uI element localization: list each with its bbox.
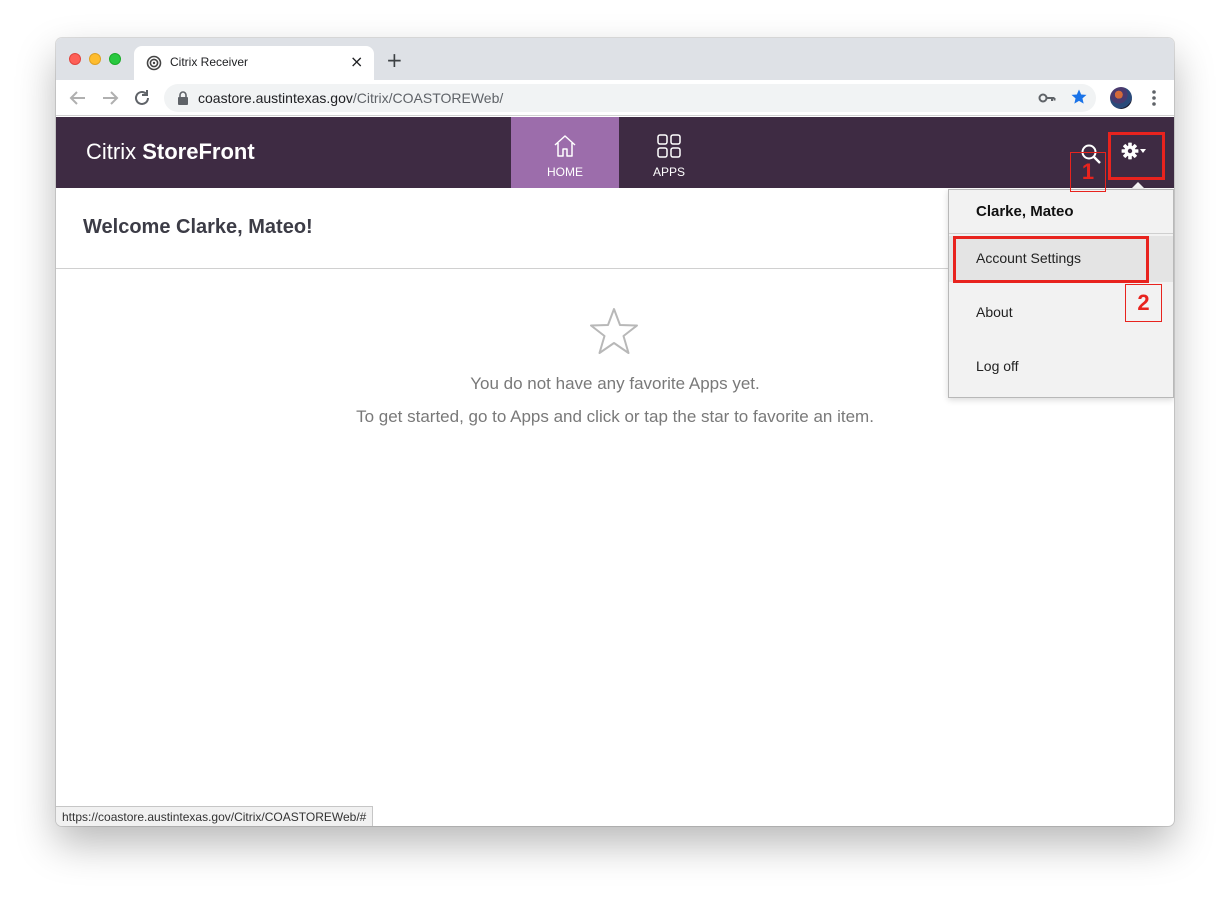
tab-strip: Citrix Receiver × + [56, 38, 1174, 80]
bookmark-star-icon[interactable] [1070, 88, 1088, 106]
welcome-heading: Welcome Clarke, Mateo! [83, 216, 313, 238]
reload-icon[interactable] [130, 86, 154, 110]
lock-icon [178, 91, 188, 105]
new-tab-button[interactable]: + [386, 48, 403, 72]
status-bar-url: https://coastore.austintexas.gov/Citrix/… [56, 806, 374, 826]
browser-window: Citrix Receiver × + coastore.austintexas… [56, 38, 1174, 826]
tab-apps[interactable]: APPS [619, 117, 719, 188]
menu-item-label: About [976, 304, 1013, 320]
favorite-star-outline-icon [590, 308, 638, 354]
close-tab-icon[interactable]: × [350, 52, 363, 71]
maximize-window-button[interactable] [109, 53, 121, 65]
annotation-box-account-settings [953, 236, 1149, 283]
home-icon [554, 135, 576, 157]
tab-home[interactable]: HOME [511, 117, 619, 188]
back-arrow-icon[interactable] [66, 86, 90, 110]
close-window-button[interactable] [69, 53, 81, 65]
key-icon[interactable] [1038, 90, 1056, 106]
browser-toolbar: coastore.austintexas.gov/Citrix/COASTORE… [56, 80, 1174, 116]
empty-hint: To get started, go to Apps and click or … [356, 407, 874, 426]
logo-light-text: Citrix [86, 139, 143, 164]
tab-title: Citrix Receiver [170, 55, 249, 69]
citrix-favicon-icon [146, 55, 162, 71]
annotation-step-1: 1 [1070, 152, 1106, 192]
menu-user-name-text: Clarke, Mateo [976, 203, 1074, 220]
url-host: coastore.austintexas.gov [198, 90, 353, 106]
annotation-box-gear [1108, 132, 1165, 180]
storefront-logo: Citrix StoreFront [86, 139, 255, 165]
url-text: coastore.austintexas.gov/Citrix/COASTORE… [198, 90, 503, 106]
tab-home-label: HOME [547, 165, 583, 179]
forward-arrow-icon[interactable] [98, 86, 122, 110]
more-options-icon[interactable] [1146, 88, 1162, 108]
menu-item-log-off[interactable]: Log off [949, 344, 1173, 390]
browser-tab[interactable]: Citrix Receiver × [134, 46, 374, 80]
url-path: /Citrix/COASTOREWeb/ [352, 90, 504, 106]
address-bar[interactable]: coastore.austintexas.gov/Citrix/COASTORE… [164, 84, 1096, 112]
profile-avatar[interactable] [1110, 87, 1132, 109]
menu-user-name: Clarke, Mateo [949, 190, 1173, 234]
storefront-header: Citrix StoreFront HOME APPS [56, 117, 1174, 188]
logo-bold-text: StoreFront [142, 139, 255, 164]
annotation-step-2: 2 [1125, 284, 1162, 322]
tab-apps-label: APPS [652, 165, 685, 179]
apps-grid-icon [657, 134, 681, 158]
minimize-window-button[interactable] [89, 53, 101, 65]
menu-item-label: Log off [976, 358, 1019, 374]
